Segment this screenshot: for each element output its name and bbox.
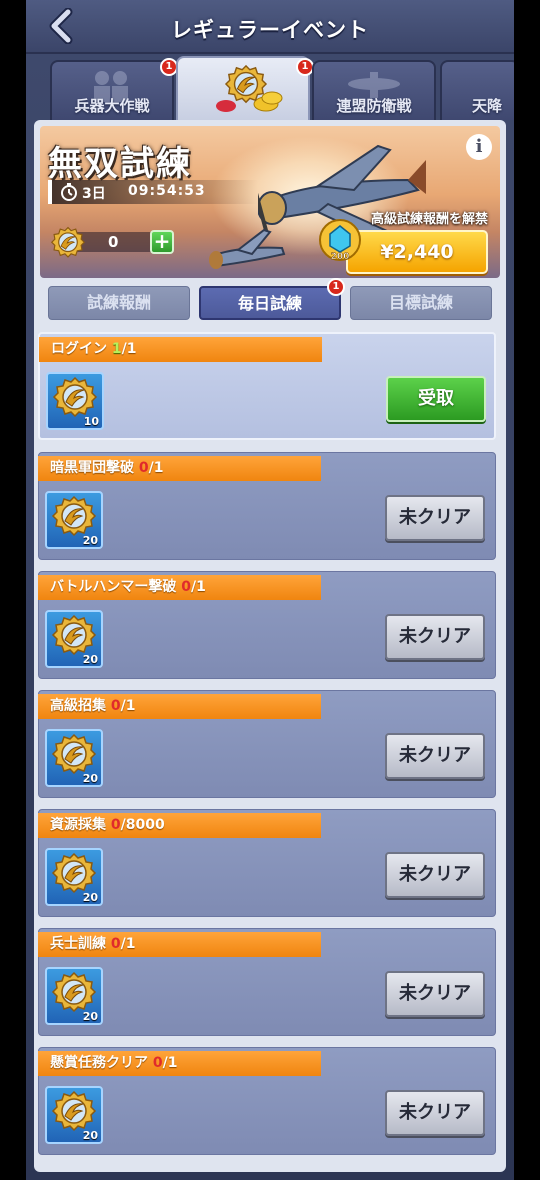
trial-points: 0 + bbox=[50, 226, 176, 256]
task-goal: /1 bbox=[120, 698, 136, 714]
task-row: 兵士訓練 0/1 20 未クリア bbox=[38, 928, 496, 1036]
claim-button[interactable]: 受取 bbox=[386, 376, 486, 422]
task-goal: /8000 bbox=[120, 817, 165, 833]
tab-weapon-operation[interactable]: 兵器大作戦 1 bbox=[50, 58, 178, 120]
task-progress: 0 bbox=[138, 460, 149, 476]
trial-medal-icon bbox=[51, 495, 97, 539]
task-row: 懸賞任務クリア 0/1 20 未クリア bbox=[38, 1047, 496, 1155]
task-title: 兵士訓練 bbox=[50, 936, 106, 952]
trial-medal-icon bbox=[51, 733, 97, 777]
reward-quantity: 20 bbox=[82, 1129, 98, 1142]
trial-medal-icon bbox=[51, 852, 97, 896]
task-title: 暗黒軍団撃破 bbox=[50, 460, 134, 476]
tab-alliance-defense[interactable]: 連盟防衛戦 bbox=[312, 60, 436, 120]
task-title: ログイン bbox=[51, 341, 107, 357]
task-goal: /1 bbox=[120, 936, 136, 952]
task-name: 暗黒軍団撃破 0/1 bbox=[38, 456, 321, 481]
task-title: 懸賞任務クリア bbox=[50, 1055, 148, 1071]
task-name: ログイン 1/1 bbox=[39, 337, 322, 362]
trial-medal-icon bbox=[51, 1090, 97, 1134]
tab-label: 天降 bbox=[472, 97, 503, 115]
reward-item[interactable]: 20 bbox=[45, 729, 103, 787]
reward-quantity: 10 bbox=[83, 415, 99, 428]
not-cleared-button[interactable]: 未クリア bbox=[385, 1090, 485, 1136]
not-cleared-button[interactable]: 未クリア bbox=[385, 971, 485, 1017]
gem-crate-icon: 200 bbox=[319, 219, 361, 262]
trial-medal-icon bbox=[52, 376, 98, 420]
fighter-plane-small-illustration bbox=[209, 228, 286, 269]
reward-quantity: 20 bbox=[82, 1010, 98, 1023]
reward-quantity: 20 bbox=[82, 653, 98, 666]
not-cleared-button[interactable]: 未クリア bbox=[385, 733, 485, 779]
not-cleared-button[interactable]: 未クリア bbox=[385, 852, 485, 898]
unlock-advanced-label: 高級試練報酬を解禁 bbox=[370, 212, 488, 227]
reward-item[interactable]: 20 bbox=[45, 1086, 103, 1144]
task-title: 資源採集 bbox=[50, 817, 106, 833]
points-value: 0 bbox=[108, 233, 119, 251]
reward-quantity: 20 bbox=[82, 772, 98, 785]
add-points-button[interactable]: + bbox=[150, 230, 174, 254]
event-banner: 無双試練 i 3日 09:54:53 0 + 高級試練報酬を解禁 ¥2,440 bbox=[40, 126, 500, 278]
trial-medal-icon bbox=[50, 226, 86, 260]
task-progress: 0 bbox=[181, 579, 192, 595]
task-goal: /1 bbox=[121, 341, 137, 357]
task-progress: 0 bbox=[110, 817, 121, 833]
not-cleared-button[interactable]: 未クリア bbox=[385, 495, 485, 541]
countdown-days: 3日 bbox=[82, 186, 106, 202]
event-tabs: 兵器大作戦 1 1 連盟防衛戦 天降 bbox=[26, 54, 514, 120]
task-progress: 0 bbox=[110, 936, 121, 952]
tab-musou-trial[interactable]: 1 bbox=[176, 56, 314, 120]
task-row: 暗黒軍団撃破 0/1 20 未クリア bbox=[38, 452, 496, 560]
reward-item[interactable]: 20 bbox=[45, 967, 103, 1025]
task-row: 資源採集 0/8000 20 未クリア bbox=[38, 809, 496, 917]
reward-item[interactable]: 20 bbox=[45, 610, 103, 668]
trial-medal-icon bbox=[51, 971, 97, 1015]
subtab-daily-trial[interactable]: 毎日試練 1 bbox=[199, 278, 345, 320]
notification-badge: 1 bbox=[327, 278, 345, 296]
reward-quantity: 20 bbox=[82, 891, 98, 904]
task-row: バトルハンマー撃破 0/1 20 未クリア bbox=[38, 571, 496, 679]
task-progress: 0 bbox=[152, 1055, 163, 1071]
tab-sky-descent[interactable]: 天降 bbox=[440, 60, 514, 120]
task-row: 高級招集 0/1 20 未クリア bbox=[38, 690, 496, 798]
tab-label: 兵器大作戦 bbox=[74, 97, 150, 115]
page-title: レギュラーイベント bbox=[171, 18, 369, 42]
task-progress: 1 bbox=[111, 341, 122, 357]
task-name: 高級招集 0/1 bbox=[38, 694, 321, 719]
task-goal: /1 bbox=[162, 1055, 178, 1071]
task-name: 懸賞任務クリア 0/1 bbox=[38, 1051, 321, 1076]
top-bar: レギュラーイベント bbox=[26, 0, 514, 54]
task-title: 高級招集 bbox=[50, 698, 106, 714]
countdown-time: 09:54:53 bbox=[128, 183, 206, 199]
reward-item[interactable]: 20 bbox=[45, 491, 103, 549]
task-goal: /1 bbox=[191, 579, 206, 595]
purchase-button[interactable]: ¥2,440 bbox=[346, 230, 488, 274]
trial-medal-icon bbox=[51, 614, 97, 658]
task-row: ログイン 1/1 10 受取 bbox=[38, 332, 496, 440]
subtab-goal-trial[interactable]: 目標試練 bbox=[350, 286, 492, 320]
event-title: 無双試練 bbox=[48, 144, 192, 184]
tab-label: 連盟防衛戦 bbox=[336, 97, 412, 115]
subtab-trial-rewards[interactable]: 試練報酬 bbox=[48, 286, 190, 320]
subtab-label: 毎日試練 bbox=[237, 294, 302, 313]
countdown-timer: 3日 09:54:53 bbox=[48, 180, 258, 204]
task-name: バトルハンマー撃破 0/1 bbox=[38, 575, 321, 600]
reward-item[interactable]: 20 bbox=[45, 848, 103, 906]
info-icon[interactable]: i bbox=[466, 134, 492, 160]
task-goal: /1 bbox=[148, 460, 164, 476]
task-name: 資源採集 0/8000 bbox=[38, 813, 321, 838]
stopwatch-icon bbox=[61, 183, 77, 201]
task-name: 兵士訓練 0/1 bbox=[38, 932, 321, 957]
event-screen: レギュラーイベント 兵器大作戦 1 1 連盟防衛戦 天降 無双試練 i 3日 0… bbox=[26, 0, 514, 1180]
reward-item[interactable]: 10 bbox=[46, 372, 104, 430]
not-cleared-button[interactable]: 未クリア bbox=[385, 614, 485, 660]
reward-quantity: 20 bbox=[82, 534, 98, 547]
event-panel: 無双試練 i 3日 09:54:53 0 + 高級試練報酬を解禁 ¥2,440 bbox=[34, 120, 506, 1172]
task-title: バトルハンマー撃破 bbox=[50, 579, 177, 595]
gem-amount: 200 bbox=[331, 252, 350, 262]
task-progress: 0 bbox=[110, 698, 121, 714]
medal-coins-icon bbox=[216, 65, 283, 112]
